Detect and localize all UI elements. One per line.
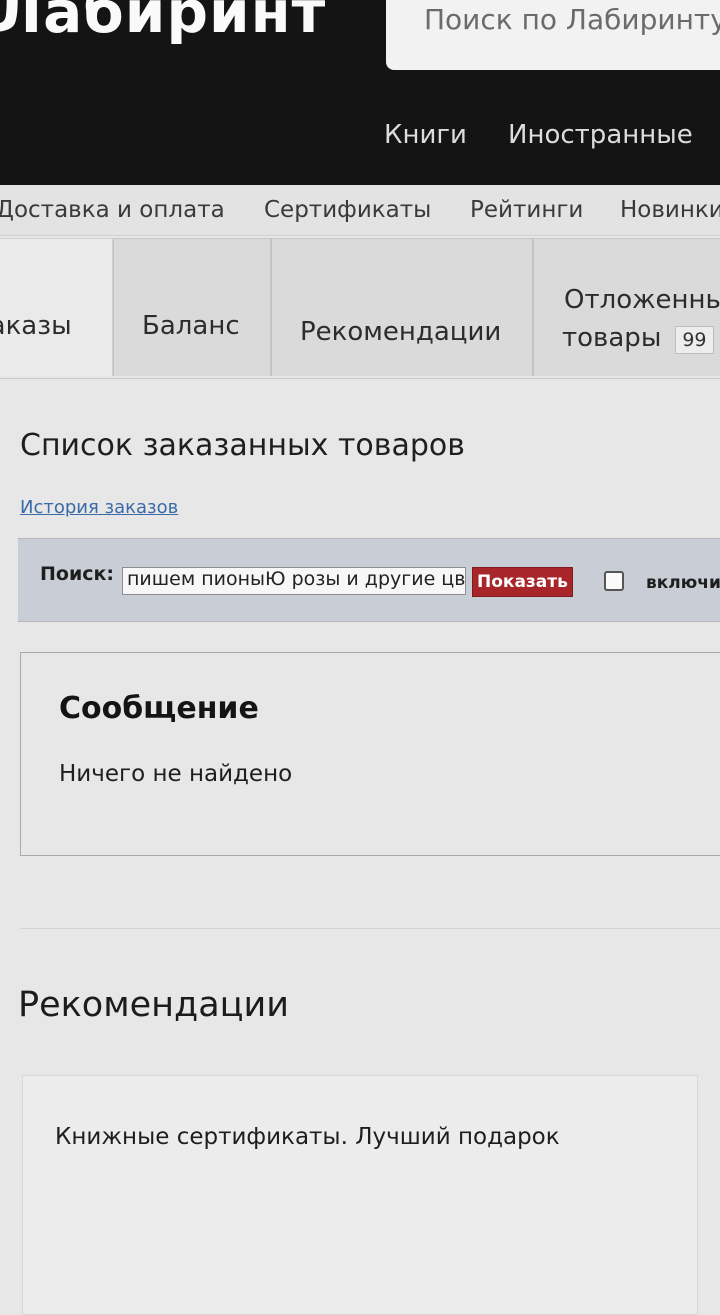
sub-nav: Доставка и оплата Сертификаты Рейтинги Н… bbox=[0, 185, 720, 236]
tab-recommendations[interactable]: Рекомендации bbox=[271, 238, 533, 376]
message-text: Ничего не найдено bbox=[59, 761, 293, 787]
tab-orders-label: Заказы bbox=[0, 311, 72, 341]
page-title: Список заказанных товаров bbox=[20, 428, 465, 463]
header-search-input[interactable] bbox=[422, 2, 720, 37]
section-divider bbox=[20, 928, 720, 929]
account-tabs: Заказы Баланс Рекомендации Отложенные то… bbox=[0, 238, 720, 379]
header-search-box[interactable] bbox=[386, 0, 720, 70]
tab-deferred-label-2: товары 99 bbox=[562, 323, 714, 354]
tab-recommendations-label: Рекомендации bbox=[300, 317, 502, 347]
subnav-item-new[interactable]: Новинки bbox=[620, 197, 720, 223]
search-label: Поиск: bbox=[40, 563, 115, 585]
order-search-input[interactable]: пишем пионыЮ розы и другие цветы bbox=[122, 567, 466, 595]
site-logo[interactable]: Лабиринт bbox=[0, 0, 326, 46]
include-checkbox-label[interactable]: включить bbox=[646, 573, 720, 593]
order-history-link[interactable]: История заказов bbox=[20, 497, 178, 518]
tab-deferred[interactable]: Отложенные товары99 bbox=[533, 238, 720, 376]
site-header: Лабиринт Книги Иностранные bbox=[0, 0, 720, 185]
order-search-bar: Поиск: пишем пионыЮ розы и другие цветы … bbox=[18, 538, 720, 622]
include-checkbox[interactable] bbox=[604, 571, 624, 591]
recommendation-card[interactable]: Книжные сертификаты. Лучший подарок bbox=[22, 1075, 698, 1315]
subnav-item-ratings[interactable]: Рейтинги bbox=[470, 197, 583, 223]
message-box: Сообщение Ничего не найдено bbox=[20, 652, 720, 856]
deferred-count-badge: 99 bbox=[675, 326, 714, 354]
message-title: Сообщение bbox=[59, 691, 259, 726]
subnav-item-delivery[interactable]: Доставка и оплата bbox=[0, 197, 225, 223]
recommendation-card-text[interactable]: Книжные сертификаты. Лучший подарок bbox=[55, 1124, 560, 1150]
recommendations-title: Рекомендации bbox=[18, 985, 289, 1025]
tab-deferred-label-1: Отложенные bbox=[564, 285, 720, 315]
nav-item-books[interactable]: Книги bbox=[384, 120, 467, 150]
nav-item-foreign[interactable]: Иностранные bbox=[508, 120, 693, 150]
show-button[interactable]: Показать bbox=[472, 567, 573, 597]
tab-orders[interactable]: Заказы bbox=[0, 238, 113, 376]
tab-balance[interactable]: Баланс bbox=[113, 238, 271, 376]
tab-balance-label: Баланс bbox=[142, 311, 240, 341]
subnav-item-certificates[interactable]: Сертификаты bbox=[264, 197, 431, 223]
main-nav: Книги Иностранные bbox=[384, 120, 720, 150]
